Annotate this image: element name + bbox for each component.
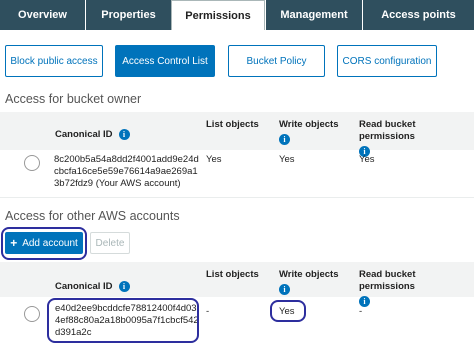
tab-properties[interactable]: Properties	[86, 0, 171, 30]
owner-header-read-bucket-permissions-label: Read bucket permissions	[359, 119, 416, 142]
owner-write-objects-value: Yes	[279, 154, 295, 165]
highlight-add-account	[1, 227, 87, 260]
tab-overview[interactable]: Overview	[0, 0, 85, 30]
owner-read-bucket-permissions-value: Yes	[359, 154, 375, 165]
other-list-objects-value: -	[206, 306, 210, 317]
row-divider	[0, 197, 474, 198]
delete-button[interactable]: Delete	[90, 232, 130, 254]
tab-access-points[interactable]: Access points	[363, 0, 474, 30]
owner-header-write-objects: Write objects i	[279, 119, 351, 145]
info-icon[interactable]: i	[279, 284, 290, 295]
other-header-write-objects: Write objects i	[279, 269, 351, 295]
owner-list-objects-value: Yes	[206, 154, 222, 165]
tab-management[interactable]: Management	[266, 0, 362, 30]
other-section-title: Access for other AWS accounts	[5, 209, 180, 223]
owner-header-write-objects-label: Write objects	[279, 119, 339, 130]
other-header-write-objects-label: Write objects	[279, 269, 339, 280]
subtab-cors-configuration[interactable]: CORS configuration	[337, 45, 437, 77]
other-header-canonical-id-label: Canonical ID	[55, 281, 113, 293]
subtab-access-control-list[interactable]: Access Control List	[115, 45, 215, 77]
info-icon[interactable]: i	[118, 281, 130, 292]
owner-section-title: Access for bucket owner	[5, 92, 142, 106]
owner-canonical-id: 8c200b5a54a8dd2f4001add9e24dcbcfa16ce5e5…	[54, 154, 199, 189]
other-header-read-bucket-permissions-label: Read bucket permissions	[359, 269, 416, 292]
owner-header-list-objects: List objects	[206, 119, 259, 130]
other-header-read-bucket-permissions: Read bucket permissions i	[359, 269, 474, 307]
info-icon[interactable]: i	[118, 129, 130, 140]
owner-header-canonical-id-label: Canonical ID	[55, 129, 113, 141]
owner-header-canonical-id: Canonical ID i	[55, 129, 130, 141]
tab-bar: Overview Properties Permissions Manageme…	[0, 0, 474, 30]
tab-permissions[interactable]: Permissions	[171, 0, 265, 30]
highlight-write-objects	[270, 300, 306, 322]
owner-header-read-bucket-permissions: Read bucket permissions i	[359, 119, 474, 157]
other-read-bucket-permissions-value: -	[359, 306, 363, 317]
subtab-block-public-access[interactable]: Block public access	[5, 45, 103, 77]
highlight-canonical-id	[47, 298, 199, 343]
other-row-radio[interactable]	[24, 306, 40, 322]
owner-row-radio[interactable]	[24, 155, 40, 171]
other-header-list-objects: List objects	[206, 269, 259, 280]
subtab-bucket-policy[interactable]: Bucket Policy	[228, 45, 325, 77]
other-header-canonical-id: Canonical ID i	[55, 281, 130, 293]
info-icon[interactable]: i	[279, 134, 290, 145]
